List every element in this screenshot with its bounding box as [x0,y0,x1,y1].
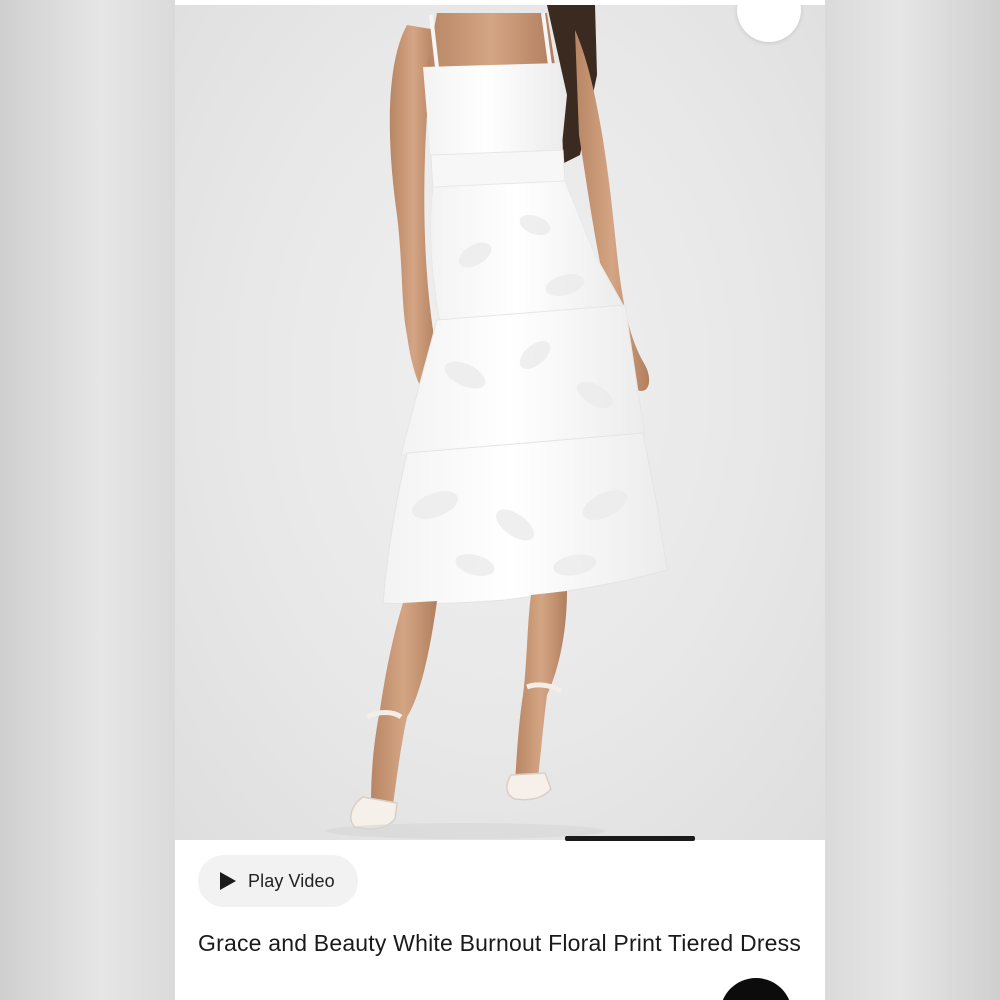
play-video-label: Play Video [248,870,335,891]
left-shoe [350,796,398,830]
dress-tier-2 [400,304,646,456]
product-title: Grace and Beauty White Burnout Floral Pr… [198,930,802,956]
floating-action-button[interactable] [720,978,792,1000]
product-page: Play Video Grace and Beauty White Burnou… [175,0,825,1000]
left-leg [371,601,437,805]
right-shoe [506,772,552,801]
play-icon [220,872,236,890]
dress-photo [325,5,668,839]
play-video-button[interactable]: Play Video [198,855,358,907]
image-scroll-indicator [565,836,695,841]
dress-bodice [423,63,563,163]
chest [427,13,555,67]
product-image[interactable] [175,5,825,840]
